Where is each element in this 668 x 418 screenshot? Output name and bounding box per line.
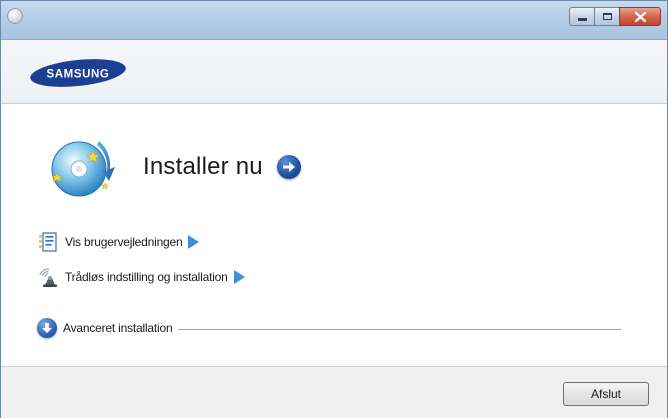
close-button[interactable]: [619, 7, 661, 26]
user-guide-link[interactable]: Vis brugervejledningen: [37, 230, 200, 254]
advanced-install-row[interactable]: Avanceret installation: [37, 316, 621, 340]
user-guide-icon: [37, 231, 59, 253]
wireless-setup-label[interactable]: Trådløs indstilling og installation: [65, 270, 228, 284]
advanced-install-label[interactable]: Avanceret installation: [63, 321, 173, 335]
minimize-icon: [577, 17, 587, 21]
install-now-row[interactable]: Installer nu: [45, 132, 301, 202]
wireless-setup-link[interactable]: Trådløs indstilling og installation: [37, 265, 245, 289]
disc-app-icon: [7, 8, 23, 24]
title-bar[interactable]: [1, 1, 667, 40]
maximize-icon: [602, 13, 612, 20]
arrow-right-icon: [233, 270, 245, 284]
footer-bar: Afslut: [1, 366, 667, 418]
logo-text: SAMSUNG: [47, 69, 110, 81]
install-now-label[interactable]: Installer nu: [143, 153, 263, 181]
installer-window: SAMSUNG Installer nu Vis brugervejlednin…: [0, 0, 668, 418]
cd-install-icon: [45, 133, 125, 201]
samsung-logo: SAMSUNG: [30, 59, 126, 87]
close-icon: [634, 11, 646, 22]
section-divider: [178, 328, 621, 330]
minimize-button[interactable]: [569, 7, 595, 26]
maximize-button[interactable]: [594, 7, 620, 26]
exit-button[interactable]: Afslut: [563, 382, 649, 406]
arrow-right-icon: [188, 235, 200, 249]
brand-header: SAMSUNG: [1, 40, 667, 104]
main-content: Installer nu Vis brugervejledningen Tråd…: [1, 104, 667, 366]
user-guide-label[interactable]: Vis brugervejledningen: [65, 235, 183, 249]
window-controls: [569, 7, 661, 26]
wireless-icon: [37, 266, 59, 288]
arrow-down-circle-icon[interactable]: [37, 318, 57, 338]
arrow-right-circle-icon[interactable]: [276, 155, 301, 179]
